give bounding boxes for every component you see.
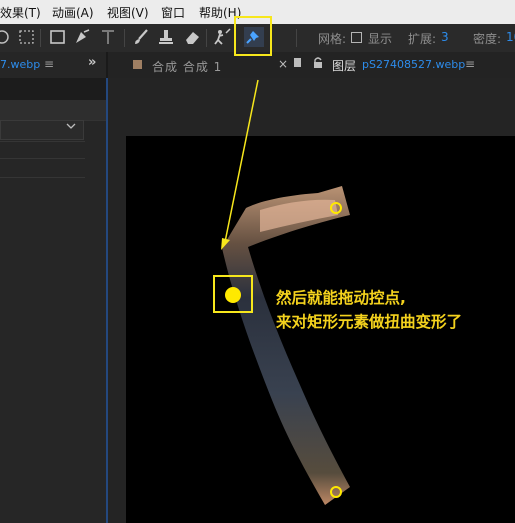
tutorial-annotation: 然后就能拖动控点, 来对矩形元素做扭曲变形了 xyxy=(276,286,511,334)
canvas-overlay xyxy=(221,79,350,505)
warped-layer-image[interactable] xyxy=(222,186,350,505)
puppet-pin-tool-callout xyxy=(234,16,272,56)
pin-callout-box xyxy=(213,275,253,313)
annotation-line-2: 来对矩形元素做扭曲变形了 xyxy=(276,313,463,331)
annotation-line-1: 然后就能拖动控点, xyxy=(276,289,406,307)
